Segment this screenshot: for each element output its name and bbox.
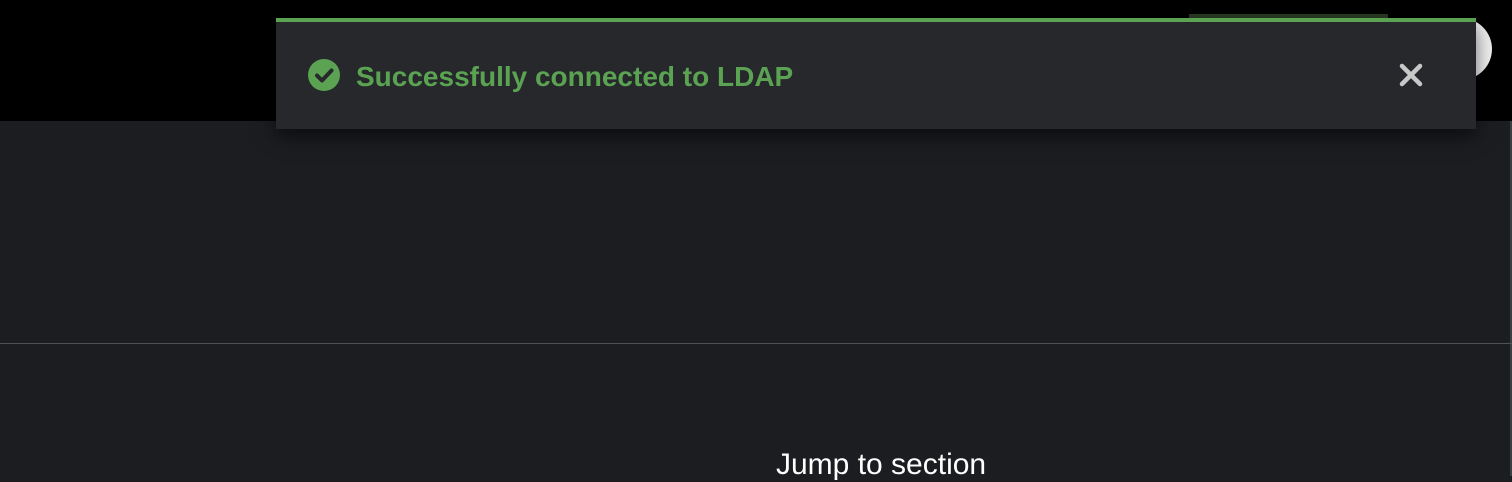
jump-to-section-label: Jump to section (776, 448, 987, 481)
page-body (0, 121, 1512, 476)
close-notification-button[interactable] (1394, 60, 1428, 94)
section-divider (0, 343, 1512, 344)
close-icon (1399, 63, 1423, 92)
success-notification: Successfully connected to LDAP (276, 18, 1476, 129)
check-circle-icon (308, 59, 340, 91)
notification-title: Successfully connected to LDAP (356, 61, 794, 92)
